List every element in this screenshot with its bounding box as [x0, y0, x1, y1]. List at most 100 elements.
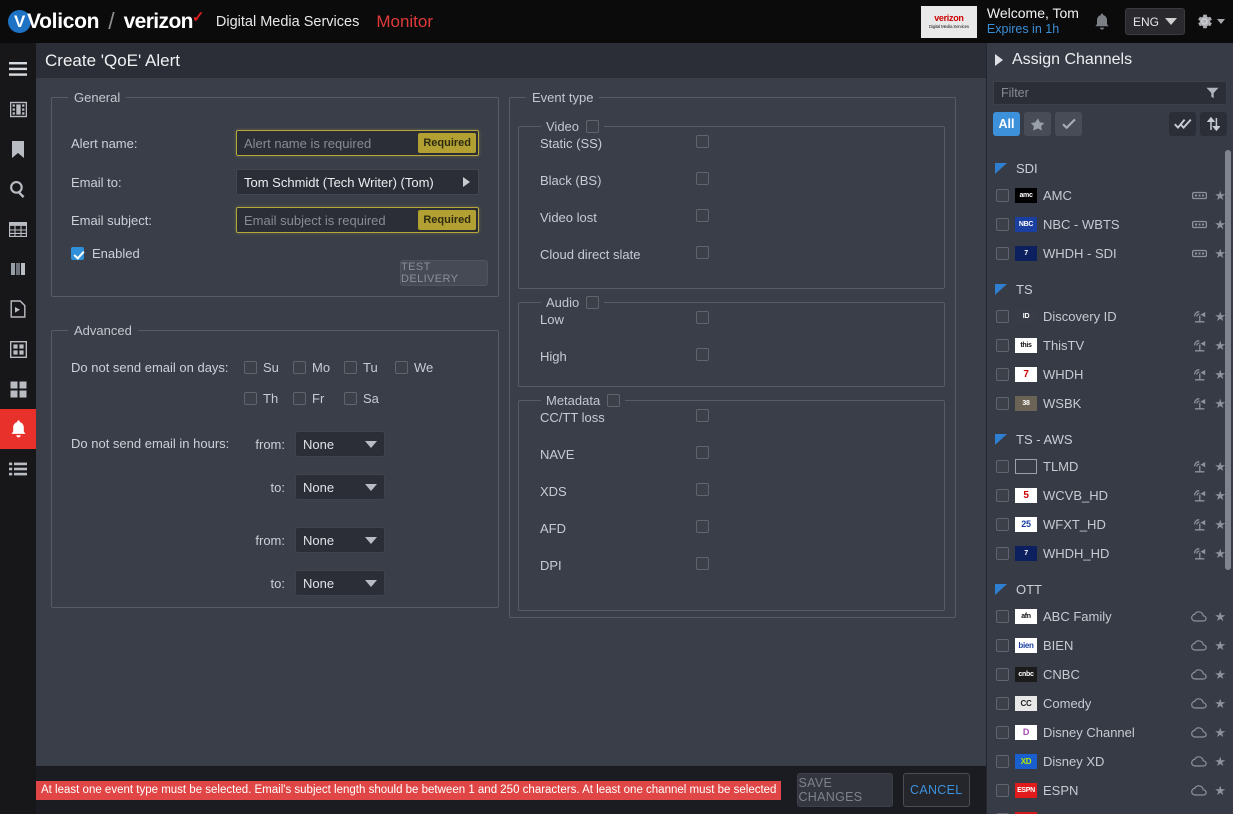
- sidebar-item-tiles[interactable]: [0, 369, 36, 409]
- channel-row-nbc-wbts[interactable]: NBC NBC - WBTS ★: [987, 210, 1233, 239]
- channel-checkbox-thistv[interactable]: [996, 339, 1009, 352]
- channel-row-espn[interactable]: ESPN ESPN ★: [987, 776, 1233, 805]
- email-subject-input[interactable]: Email subject is required Required: [236, 207, 479, 233]
- event-checkbox-video-lost[interactable]: [696, 209, 709, 225]
- sidebar-item-table[interactable]: [0, 209, 36, 249]
- channel-row-amc[interactable]: amc AMC ★: [987, 181, 1233, 210]
- event-checkbox-high[interactable]: [696, 348, 709, 364]
- channel-filter-input[interactable]: Filter: [993, 81, 1227, 105]
- channel-row-discovery-id[interactable]: ID Discovery ID ★: [987, 302, 1233, 331]
- day-checkbox-tu[interactable]: Tu: [344, 360, 395, 375]
- channel-row-whdh[interactable]: 7 WHDH ★: [987, 360, 1233, 389]
- channel-row-tlmd[interactable]: TLMD ★: [987, 452, 1233, 481]
- channel-checkbox-espn[interactable]: [996, 784, 1009, 797]
- favorite-star-icon[interactable]: ★: [1214, 696, 1226, 712]
- favorite-star-icon[interactable]: ★: [1214, 609, 1226, 625]
- channel-checkbox-wfxt-hd[interactable]: [996, 518, 1009, 531]
- language-selector[interactable]: ENG: [1124, 8, 1185, 35]
- sidebar-item-bookmarks[interactable]: [0, 129, 36, 169]
- range2-from-select[interactable]: None: [295, 527, 385, 553]
- filter-selected-button[interactable]: [1055, 112, 1082, 136]
- sidebar-item-reports[interactable]: [0, 449, 36, 489]
- sidebar-item-search[interactable]: [0, 169, 36, 209]
- channel-row-wcvb-hd[interactable]: 5 WCVB_HD ★: [987, 481, 1233, 510]
- channel-checkbox-whdh[interactable]: [996, 368, 1009, 381]
- enabled-row[interactable]: Enabled: [71, 246, 140, 261]
- channel-checkbox-nbc-wbts[interactable]: [996, 218, 1009, 231]
- channel-checkbox-tlmd[interactable]: [996, 460, 1009, 473]
- favorite-star-icon[interactable]: ★: [1214, 783, 1226, 799]
- channel-checkbox-whdh-hd[interactable]: [996, 547, 1009, 560]
- day-checkbox-mo[interactable]: Mo: [293, 360, 344, 375]
- alert-name-input[interactable]: Alert name is required Required: [236, 130, 479, 156]
- channel-checkbox-disney-xd[interactable]: [996, 755, 1009, 768]
- favorite-star-icon[interactable]: ★: [1214, 638, 1226, 654]
- channel-group-ott[interactable]: OTT: [987, 577, 1233, 602]
- channel-row-thistv[interactable]: this ThisTV ★: [987, 331, 1233, 360]
- event-checkbox-afd[interactable]: [696, 520, 709, 536]
- save-changes-button[interactable]: SAVE CHANGES: [797, 773, 893, 807]
- channel-group-ts[interactable]: TS: [987, 277, 1233, 302]
- event-checkbox-static[interactable]: [696, 135, 709, 151]
- channel-row-disney-xd[interactable]: XD Disney XD ★: [987, 747, 1233, 776]
- settings-menu[interactable]: [1195, 12, 1225, 31]
- volicon-logo[interactable]: V Volicon: [6, 10, 99, 34]
- channel-group-ts-aws[interactable]: TS - AWS: [987, 427, 1233, 452]
- event-checkbox-cloud-slate[interactable]: [696, 246, 709, 262]
- channel-checkbox-cnbc[interactable]: [996, 668, 1009, 681]
- enabled-checkbox[interactable]: [71, 247, 84, 260]
- channel-row-cnbc[interactable]: cnbc CNBC ★: [987, 660, 1233, 689]
- range1-to-select[interactable]: None: [295, 474, 385, 500]
- checkbox-su[interactable]: [244, 361, 257, 374]
- assign-channels-header[interactable]: Assign Channels: [987, 43, 1233, 77]
- channel-checkbox-comedy[interactable]: [996, 697, 1009, 710]
- favorite-star-icon[interactable]: ★: [1214, 725, 1226, 741]
- range1-from-select[interactable]: None: [295, 431, 385, 457]
- channel-row-comedy[interactable]: CC Comedy ★: [987, 689, 1233, 718]
- channel-checkbox-wcvb-hd[interactable]: [996, 489, 1009, 502]
- sidebar-item-alerts[interactable]: [0, 409, 36, 449]
- channel-checkbox-amc[interactable]: [996, 189, 1009, 202]
- test-delivery-button[interactable]: TEST DELIVERY: [400, 260, 488, 286]
- filter-all-button[interactable]: All: [993, 112, 1020, 136]
- sidebar-item-clips[interactable]: [0, 289, 36, 329]
- day-checkbox-th[interactable]: Th: [244, 391, 293, 406]
- checkbox-fr[interactable]: [293, 392, 306, 405]
- sort-toggle-button[interactable]: [1200, 112, 1227, 136]
- sidebar-item-analytics[interactable]: [0, 249, 36, 289]
- channel-list-scrollbar[interactable]: [1225, 150, 1231, 570]
- cancel-button[interactable]: CANCEL: [902, 773, 970, 807]
- channel-row-disney-channel[interactable]: D Disney Channel ★: [987, 718, 1233, 747]
- event-checkbox-dpi[interactable]: [696, 557, 709, 573]
- channel-checkbox-disney-channel[interactable]: [996, 726, 1009, 739]
- checkbox-sa[interactable]: [344, 392, 357, 405]
- sidebar-item-menu[interactable]: [0, 49, 36, 89]
- channel-group-sdi[interactable]: SDI: [987, 156, 1233, 181]
- checkbox-th[interactable]: [244, 392, 257, 405]
- channel-row-whdh-hd[interactable]: 7 WHDH_HD ★: [987, 539, 1233, 568]
- event-metadata-group-checkbox[interactable]: [607, 394, 621, 407]
- channel-row-partial[interactable]: [987, 805, 1233, 814]
- day-checkbox-we[interactable]: We: [395, 360, 433, 375]
- session-expiry[interactable]: Expires in 1h: [987, 22, 1079, 38]
- day-checkbox-fr[interactable]: Fr: [293, 391, 344, 406]
- checkbox-we[interactable]: [395, 361, 408, 374]
- email-to-select[interactable]: Tom Schmidt (Tech Writer) (Tom): [236, 169, 479, 195]
- channel-row-abc-family[interactable]: afn ABC Family ★: [987, 602, 1233, 631]
- event-video-group-checkbox[interactable]: [586, 120, 600, 133]
- favorite-star-icon[interactable]: ★: [1214, 754, 1226, 770]
- checkbox-tu[interactable]: [344, 361, 357, 374]
- notifications-bell-icon[interactable]: [1089, 9, 1115, 35]
- event-checkbox-low[interactable]: [696, 311, 709, 327]
- filter-favorites-button[interactable]: [1024, 112, 1051, 136]
- channel-checkbox-whdh-sdi[interactable]: [996, 247, 1009, 260]
- expand-triangle-icon[interactable]: [995, 54, 1003, 66]
- event-checkbox-xds[interactable]: [696, 483, 709, 499]
- sidebar-item-dashboard[interactable]: [0, 329, 36, 369]
- channel-checkbox-abc-family[interactable]: [996, 610, 1009, 623]
- event-checkbox-cctt[interactable]: [696, 409, 709, 425]
- channel-row-wsbk[interactable]: 38 WSBK ★: [987, 389, 1233, 418]
- event-audio-group-checkbox[interactable]: [586, 296, 600, 309]
- sidebar-item-media[interactable]: [0, 89, 36, 129]
- day-checkbox-su[interactable]: Su: [244, 360, 293, 375]
